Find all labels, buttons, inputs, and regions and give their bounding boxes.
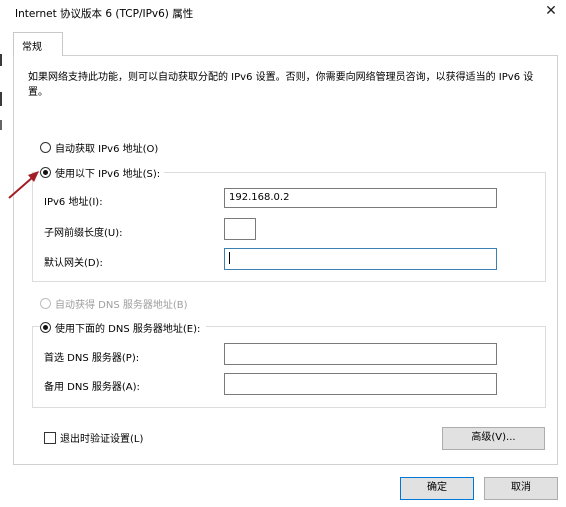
advanced-button[interactable]: 高级(V)...	[442, 427, 545, 450]
background-edge	[0, 0, 3, 507]
window-title: Internet 协议版本 6 (TCP/IPv6) 属性	[15, 8, 194, 20]
tab-strip: 常规	[0, 32, 566, 56]
description-text: 如果网络支持此功能，则可以自动获取分配的 IPv6 设置。否则，你需要向网络管理…	[28, 72, 534, 98]
alternate-dns-input[interactable]	[224, 373, 497, 395]
tab-general-label: 常规	[22, 42, 42, 53]
ipv6-properties-dialog: Internet 协议版本 6 (TCP/IPv6) 属性 ✕ 常规 如果网络支…	[0, 0, 566, 507]
default-gateway-label: 默认网关(D):	[44, 258, 103, 269]
radio-manual-ipv6-label: 使用以下 IPv6 地址(S):	[55, 169, 161, 180]
radio-auto-ipv6-indicator[interactable]	[40, 142, 51, 153]
validate-on-exit-checkbox[interactable]	[44, 431, 56, 444]
validate-on-exit-checkbox-row[interactable]: 退出时验证设置(L)	[44, 430, 143, 445]
cancel-button[interactable]: 取消	[484, 477, 558, 500]
title-bar: Internet 协议版本 6 (TCP/IPv6) 属性 ✕	[0, 0, 566, 26]
ok-button[interactable]: 确定	[400, 477, 474, 500]
alternate-dns-label: 备用 DNS 服务器(A):	[44, 382, 140, 393]
radio-manual-dns[interactable]: 使用下面的 DNS 服务器地址(E):	[40, 320, 207, 335]
preferred-dns-input[interactable]	[224, 343, 497, 365]
close-button[interactable]: ✕	[538, 1, 564, 23]
close-icon: ✕	[545, 3, 557, 19]
subnet-prefix-input[interactable]	[224, 218, 256, 240]
radio-auto-dns-label: 自动获得 DNS 服务器地址(B)	[55, 300, 188, 311]
ipv6-address-input[interactable]: 192.168.0.2	[224, 188, 497, 208]
radio-auto-ipv6-label: 自动获取 IPv6 地址(O)	[55, 144, 159, 155]
radio-auto-dns-indicator[interactable]	[40, 298, 51, 309]
radio-auto-dns[interactable]: 自动获得 DNS 服务器地址(B)	[40, 296, 188, 311]
text-caret	[229, 252, 230, 264]
radio-auto-ipv6[interactable]: 自动获取 IPv6 地址(O)	[40, 140, 158, 155]
subnet-prefix-label: 子网前缀长度(U):	[44, 228, 123, 239]
ipv6-address-value: 192.168.0.2	[229, 192, 290, 203]
dns-server-group	[32, 326, 546, 408]
ipv6-address-label: IPv6 地址(I):	[44, 197, 103, 208]
default-gateway-input[interactable]	[224, 248, 497, 270]
radio-manual-ipv6-indicator[interactable]	[40, 167, 51, 178]
radio-manual-dns-label: 使用下面的 DNS 服务器地址(E):	[55, 324, 201, 335]
radio-manual-dns-indicator[interactable]	[40, 322, 51, 333]
validate-on-exit-label: 退出时验证设置(L)	[60, 434, 144, 445]
preferred-dns-label: 首选 DNS 服务器(P):	[44, 353, 140, 364]
tab-general[interactable]: 常规	[13, 32, 63, 56]
radio-manual-ipv6[interactable]: 使用以下 IPv6 地址(S):	[40, 165, 165, 180]
